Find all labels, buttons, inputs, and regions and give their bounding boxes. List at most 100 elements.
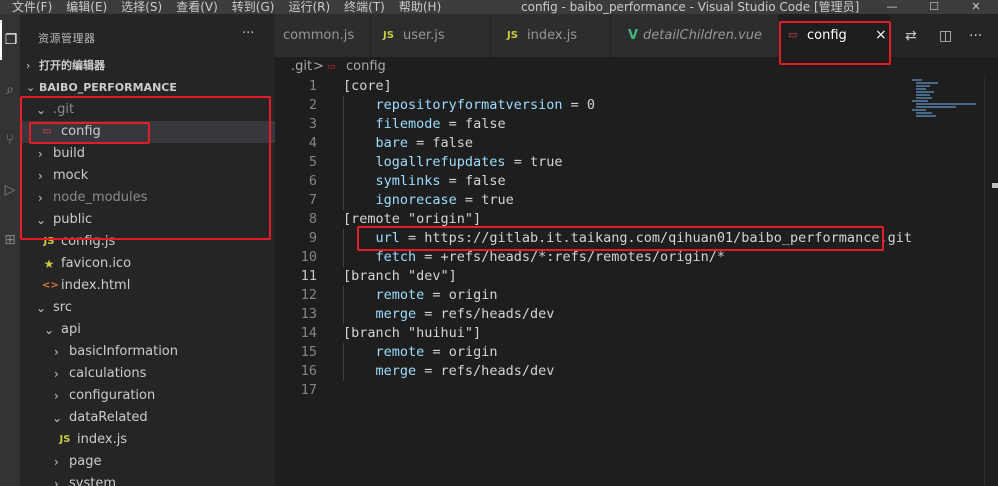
tree-folder-git[interactable]: ⌄ .git — [20, 99, 275, 121]
code-text: ignorecase = true — [375, 192, 514, 208]
menu-terminal[interactable]: 终端(T) — [344, 0, 385, 14]
tab-config[interactable]: ▭ config × — [779, 14, 891, 57]
code-line[interactable]: 9 url = https://gitlab.it.taikang.com/qi… — [275, 229, 912, 248]
config-value: false — [432, 135, 474, 151]
code-line[interactable]: 7 ignorecase = true — [275, 191, 905, 210]
code-line[interactable]: 8 [remote "origin"] — [275, 210, 905, 229]
code-line[interactable]: 14 [branch "huihui"] — [275, 324, 905, 343]
tree-file-index-html[interactable]: <> index.html — [20, 275, 275, 297]
tree-folder-public[interactable]: ⌄ public — [20, 209, 275, 231]
source-control-icon[interactable]: ⑂ — [0, 120, 20, 160]
tab-label: index.js — [527, 28, 578, 43]
split-editor-icon[interactable]: ◫ — [939, 28, 952, 44]
breadcrumb-item-git[interactable]: .git — [291, 57, 312, 77]
line-number: 4 — [308, 135, 317, 151]
code-line[interactable]: 15 remote = origin — [275, 343, 905, 362]
tree-folder-calculations[interactable]: › calculations — [20, 363, 275, 385]
code-line[interactable]: 16 merge = refs/heads/dev — [275, 362, 905, 381]
code-line[interactable]: 12 remote = origin — [275, 286, 905, 305]
debug-icon[interactable]: ▷ — [0, 170, 20, 210]
project-section[interactable]: ⌄ BAIBO_PERFORMANCE — [20, 78, 275, 98]
tree-folder-mock[interactable]: › mock — [20, 165, 275, 187]
more-actions-icon[interactable]: ··· — [242, 26, 254, 41]
line-number: 15 — [300, 344, 317, 360]
section-header: [branch "dev"] — [343, 268, 457, 284]
code-line[interactable]: 6 symlinks = false — [275, 172, 905, 191]
tree-folder-data-related[interactable]: ⌄ dataRelated — [20, 407, 275, 429]
line-number: 17 — [300, 382, 317, 398]
menu-go[interactable]: 转到(G) — [232, 0, 275, 14]
config-key: filemode — [375, 116, 441, 132]
tree-folder-system[interactable]: › system — [20, 473, 275, 486]
tree-folder-basic-information[interactable]: › basicInformation — [20, 341, 275, 363]
open-editors-section[interactable]: › 打开的编辑器 — [20, 56, 275, 76]
config-value: +refs/heads/*:refs/remotes/origin/* — [440, 249, 726, 265]
menu-file[interactable]: 文件(F) — [12, 0, 52, 14]
line-number: 8 — [308, 211, 317, 227]
tab-user-js[interactable]: JS user.js — [371, 14, 491, 57]
compare-changes-icon[interactable]: ⇄ — [905, 28, 917, 44]
code-line[interactable]: 1 [core] — [275, 77, 905, 96]
extensions-icon[interactable]: ⊞ — [0, 220, 20, 260]
code-text: url = https://gitlab.it.taikang.com/qihu… — [375, 230, 912, 246]
tree-file-favicon[interactable]: ★ favicon.ico — [20, 253, 275, 275]
config-value: origin — [448, 287, 498, 303]
tree-file-config-js[interactable]: JS config.js — [20, 231, 275, 253]
code-text: [remote "origin"] — [343, 210, 481, 229]
line-number: 9 — [308, 230, 317, 246]
explorer-icon[interactable]: ❐ — [0, 20, 20, 60]
config-key: repositoryformatversion — [375, 97, 563, 113]
code-line[interactable]: 4 bare = false — [275, 134, 905, 153]
code-line[interactable]: 17 — [275, 381, 905, 400]
tree-folder-configuration[interactable]: › configuration — [20, 385, 275, 407]
menu-help[interactable]: 帮助(H) — [399, 0, 441, 14]
code-text: remote = origin — [375, 344, 498, 360]
menu-view[interactable]: 查看(V) — [176, 0, 218, 14]
breadcrumb-item-config[interactable]: config — [346, 57, 386, 77]
code-line[interactable]: 2 repositoryformatversion = 0 — [275, 96, 905, 115]
minimap[interactable] — [910, 77, 984, 137]
tree-file-index-js[interactable]: JS index.js — [20, 429, 275, 451]
chevron-right-icon: › — [54, 345, 59, 359]
tree-folder-api[interactable]: ⌄ api — [20, 319, 275, 341]
config-value: false — [464, 116, 506, 132]
tree-item-label: calculations — [69, 366, 147, 381]
code-editor[interactable]: 1 [core] 2 repositoryformatversion = 03 fi… — [275, 77, 998, 486]
tab-common-js[interactable]: common.js — [275, 14, 371, 57]
close-tab-icon[interactable]: × — [875, 14, 887, 57]
line-number: 10 — [300, 249, 317, 265]
more-actions-icon[interactable]: ··· — [969, 28, 982, 44]
config-key: bare — [375, 135, 409, 151]
tree-item-label: mock — [53, 168, 89, 183]
menu-run[interactable]: 运行(R) — [288, 0, 330, 14]
html-file-icon: <> — [42, 280, 59, 291]
menu-selection[interactable]: 选择(S) — [121, 0, 162, 14]
code-line[interactable]: 11 [branch "dev"] — [275, 267, 905, 286]
vertical-scrollbar[interactable] — [984, 77, 998, 486]
tree-item-label: dataRelated — [69, 410, 148, 425]
config-value: 0 — [586, 97, 595, 113]
search-icon[interactable]: ⌕ — [0, 70, 20, 110]
tree-file-config[interactable]: ▭ config — [20, 121, 275, 143]
code-line[interactable]: 5 logallrefupdates = true — [275, 153, 905, 172]
line-number: 2 — [308, 97, 317, 113]
minimize-icon[interactable]: — — [882, 0, 902, 14]
menu-edit[interactable]: 编辑(E) — [66, 0, 107, 14]
code-line[interactable]: 3 filemode = false — [275, 115, 905, 134]
maximize-icon[interactable]: ☐ — [924, 0, 944, 14]
code-text: remote = origin — [375, 287, 498, 303]
code-line[interactable]: 10 fetch = +refs/heads/*:refs/remotes/or… — [275, 248, 905, 267]
tree-folder-build[interactable]: › build — [20, 143, 275, 165]
js-file-icon: JS — [383, 30, 394, 41]
tab-index-js[interactable]: JS index.js — [491, 14, 611, 57]
tree-folder-node-modules[interactable]: › node_modules — [20, 187, 275, 209]
tab-detail-children-vue[interactable]: V detailChildren.vue — [611, 14, 779, 57]
config-value: true — [529, 154, 563, 170]
close-window-icon[interactable]: ✕ — [966, 0, 986, 14]
tree-folder-src[interactable]: ⌄ src — [20, 297, 275, 319]
tree-folder-page[interactable]: › page — [20, 451, 275, 473]
code-line[interactable]: 13 merge = refs/heads/dev — [275, 305, 905, 324]
chevron-right-icon: › — [54, 455, 59, 469]
code-text: merge = refs/heads/dev — [375, 306, 555, 322]
tab-label: user.js — [403, 28, 445, 43]
